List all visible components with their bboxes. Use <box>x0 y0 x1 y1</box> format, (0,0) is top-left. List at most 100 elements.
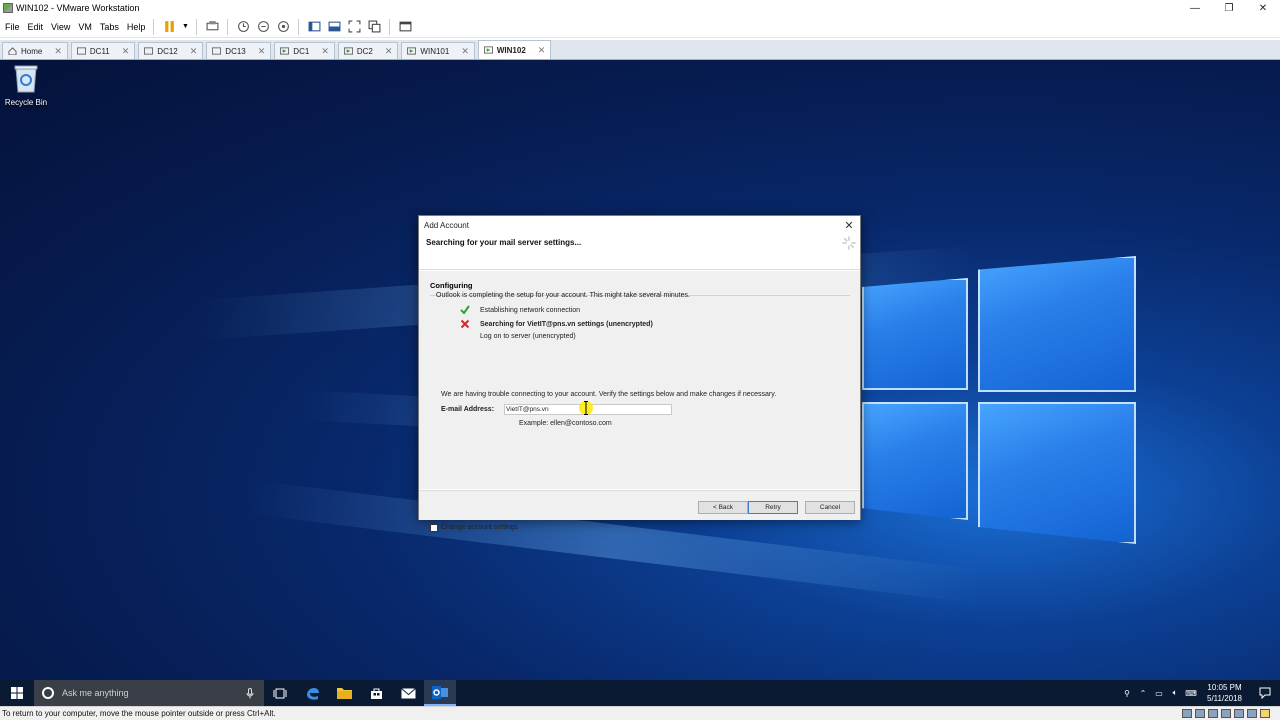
start-button[interactable] <box>0 680 34 706</box>
window-title: WIN102 - VMware Workstation <box>16 3 140 13</box>
close-icon[interactable]: ✕ <box>258 46 266 57</box>
tab-dc13[interactable]: DC13 ✕ <box>206 42 272 59</box>
back-button[interactable]: < Back <box>698 501 748 514</box>
library-view-icon[interactable] <box>305 19 323 35</box>
tab-label: DC11 <box>89 46 110 56</box>
snapshot-manager-icon[interactable] <box>274 19 292 35</box>
add-account-dialog: Add Account ✕ Searching for your mail se… <box>418 215 861 532</box>
fullscreen-icon[interactable] <box>345 19 363 35</box>
cancel-button[interactable]: Cancel <box>805 501 855 514</box>
vm-icon <box>144 47 154 55</box>
display-icon[interactable] <box>1247 709 1257 718</box>
store-icon[interactable] <box>360 680 392 706</box>
menubar: File Edit View VM Tabs Help ▼ <box>0 16 1280 38</box>
cortana-icon <box>42 687 54 699</box>
windows-logo-pane <box>978 256 1136 392</box>
console-view-icon[interactable] <box>325 19 343 35</box>
step-label: Searching for VietIT@pns.vn settings (un… <box>480 321 653 328</box>
vmware-statusbar: To return to your computer, move the mou… <box>0 706 1280 720</box>
snapshot-icon[interactable] <box>234 19 252 35</box>
tab-home[interactable]: Home ✕ <box>2 42 68 59</box>
tab-label: WIN102 <box>496 45 526 55</box>
step-label: Establishing network connection <box>480 307 581 314</box>
dialog-close-button[interactable]: ✕ <box>838 219 860 232</box>
restore-button[interactable]: ❐ <box>1212 0 1246 16</box>
text-cursor-icon <box>584 401 588 415</box>
unity-icon[interactable] <box>365 19 383 35</box>
windows-logo-pane <box>862 278 968 390</box>
tab-label: DC13 <box>225 46 246 56</box>
tab-dc2[interactable]: DC2 ✕ <box>337 42 399 59</box>
menu-tabs[interactable]: Tabs <box>97 22 122 32</box>
close-icon[interactable]: ✕ <box>538 45 546 56</box>
cortana-search-box[interactable]: Ask me anything <box>34 680 264 706</box>
edge-browser-icon[interactable] <box>296 680 328 706</box>
recycle-bin[interactable]: Recycle Bin <box>4 63 48 107</box>
mail-icon[interactable] <box>392 680 424 706</box>
windows-start-icon <box>11 687 23 699</box>
chevron-up-icon[interactable]: ⌃ <box>1135 689 1151 698</box>
tab-label: WIN101 <box>420 46 450 56</box>
taskbar-clock[interactable]: 10:05 PM 5/11/2018 <box>1207 682 1242 704</box>
hard-disk-icon[interactable] <box>1182 709 1192 718</box>
dialog-titlebar: Add Account ✕ <box>419 216 860 234</box>
toolbar-separator <box>389 18 391 35</box>
pause-icon[interactable] <box>160 19 178 35</box>
action-center-icon[interactable] <box>1250 687 1280 699</box>
menu-vm[interactable]: VM <box>75 22 95 32</box>
example-hint: Example: ellen@contoso.com <box>519 420 612 427</box>
view-options-icon[interactable] <box>396 19 414 35</box>
microphone-icon[interactable] <box>246 687 254 699</box>
toolbar-separator <box>298 18 300 35</box>
close-icon[interactable]: ✕ <box>54 46 62 57</box>
change-settings-checkbox[interactable] <box>430 524 438 532</box>
volume-icon[interactable]: 🔈︎ <box>1167 688 1183 698</box>
cd-drive-icon[interactable] <box>1195 709 1205 718</box>
task-view-icon[interactable] <box>264 680 296 706</box>
close-icon[interactable]: ✕ <box>321 46 329 57</box>
menu-view[interactable]: View <box>48 22 73 32</box>
chevron-down-icon[interactable]: ▼ <box>180 19 190 35</box>
tab-win102[interactable]: WIN102 ✕ <box>477 40 552 59</box>
revert-snapshot-icon[interactable] <box>254 19 272 35</box>
close-icon[interactable]: ✕ <box>461 46 469 57</box>
tab-label: DC12 <box>157 46 178 56</box>
network-adapter-icon[interactable] <box>1208 709 1218 718</box>
send-ctrl-alt-del-icon[interactable] <box>203 19 221 35</box>
windows-logo-pane <box>862 402 968 520</box>
home-icon <box>8 47 17 55</box>
tab-win101[interactable]: WIN101 ✕ <box>401 42 475 59</box>
device-icons <box>1182 709 1270 718</box>
tab-dc1[interactable]: DC1 ✕ <box>274 42 335 59</box>
email-label: E-mail Address: <box>441 406 495 413</box>
file-explorer-icon[interactable] <box>328 680 360 706</box>
close-icon[interactable]: ✕ <box>385 46 393 57</box>
error-x-icon <box>460 319 470 329</box>
sound-card-icon[interactable] <box>1234 709 1244 718</box>
recycle-bin-label: Recycle Bin <box>4 98 48 107</box>
close-icon[interactable]: ✕ <box>190 46 198 57</box>
people-icon[interactable]: ⚲ <box>1119 689 1135 698</box>
tab-dc12[interactable]: DC12 ✕ <box>138 42 204 59</box>
close-icon[interactable]: ✕ <box>122 46 130 57</box>
menu-help[interactable]: Help <box>124 22 149 32</box>
dialog-header: Searching for your mail server settings.… <box>419 234 860 270</box>
clock-time: 10:05 PM <box>1207 683 1242 692</box>
menu-edit[interactable]: Edit <box>25 22 47 32</box>
dialog-heading: Searching for your mail server settings.… <box>426 238 582 247</box>
usb-icon[interactable] <box>1221 709 1231 718</box>
vm-running-icon <box>280 47 290 55</box>
messages-icon[interactable] <box>1260 709 1270 718</box>
keyboard-icon[interactable]: ⌨︎ <box>1183 689 1199 698</box>
close-window-button[interactable]: ✕ <box>1246 0 1280 16</box>
intro-text: Outlook is completing the setup for your… <box>436 292 690 299</box>
outlook-icon[interactable] <box>424 680 456 706</box>
network-icon[interactable]: ▭ <box>1151 689 1167 698</box>
change-settings-label[interactable]: Change account settings <box>441 524 518 531</box>
menu-file[interactable]: File <box>2 22 23 32</box>
dialog-title: Add Account <box>424 220 469 230</box>
retry-button[interactable]: Retry <box>748 501 798 514</box>
minimize-button[interactable]: — <box>1178 0 1212 16</box>
tab-dc11[interactable]: DC11 ✕ <box>70 42 136 59</box>
windows-taskbar: Ask me anything ⚲ ⌃ ▭ 🔈︎ ⌨︎ 10:05 PM 5/1… <box>0 680 1280 706</box>
